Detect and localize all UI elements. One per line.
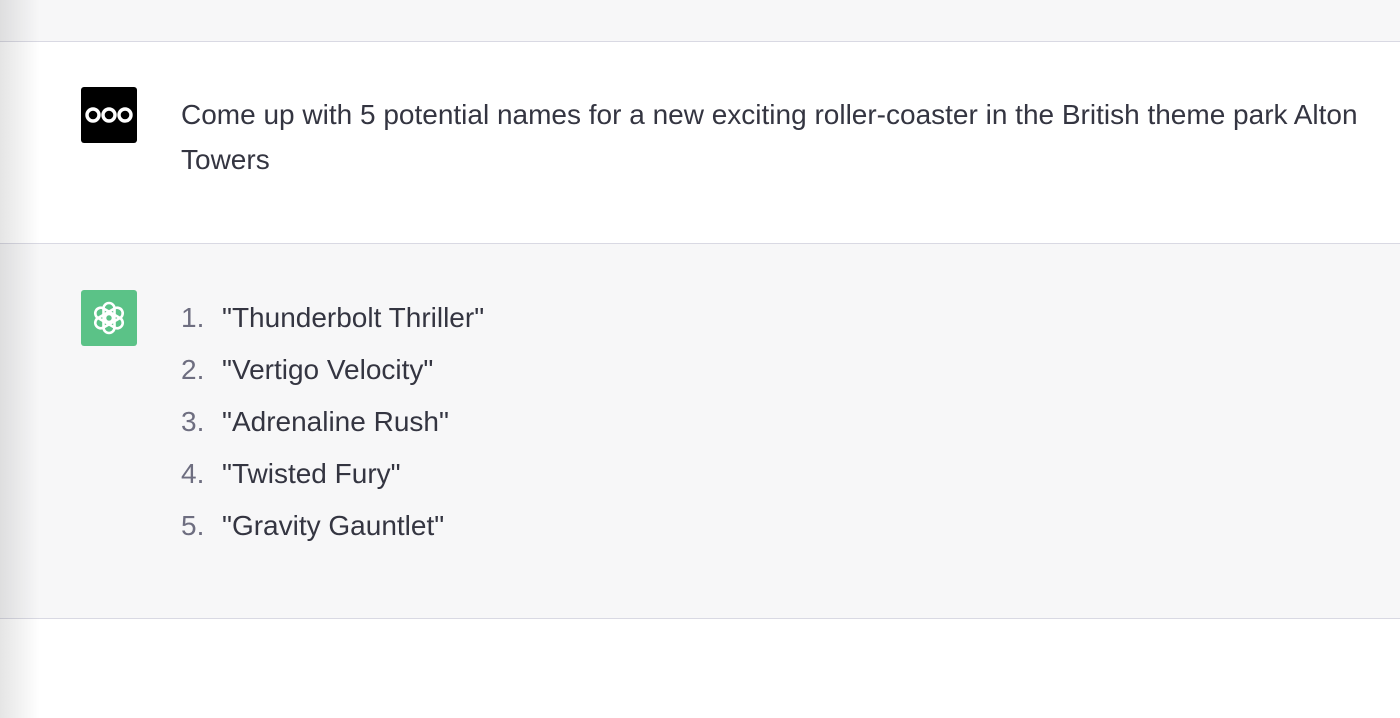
bottom-area [0,619,1400,718]
list-item-text: "Thunderbolt Thriller" [222,302,485,333]
user-avatar [81,87,137,143]
chat-page: Come up with 5 potential names for a new… [0,0,1400,718]
list-number: 2. [181,354,205,385]
assistant-avatar [81,290,137,346]
list-item-text: "Gravity Gauntlet" [222,510,445,541]
answer-list: 1. "Thunderbolt Thriller" 2. "Vertigo Ve… [181,294,484,554]
assistant-message: 1. "Thunderbolt Thriller" 2. "Vertigo Ve… [0,244,1400,619]
list-item-text: "Adrenaline Rush" [222,406,449,437]
openai-logo-icon [93,301,125,335]
user-message-text: Come up with 5 potential names for a new… [181,99,1358,175]
ooo-logo-icon [85,107,133,123]
list-item: 5. "Gravity Gauntlet" [181,502,484,554]
list-item-text: "Twisted Fury" [222,458,401,489]
list-number: 5. [181,510,205,541]
list-item: 2. "Vertigo Velocity" [181,346,484,398]
list-item: 3. "Adrenaline Rush" [181,398,484,450]
list-item: 1. "Thunderbolt Thriller" [181,294,484,346]
previous-message-strip [0,0,1400,42]
user-message: Come up with 5 potential names for a new… [0,42,1400,244]
list-item-text: "Vertigo Velocity" [222,354,434,385]
list-number: 4. [181,458,205,489]
list-item: 4. "Twisted Fury" [181,450,484,502]
list-number: 3. [181,406,205,437]
list-number: 1. [181,302,205,333]
